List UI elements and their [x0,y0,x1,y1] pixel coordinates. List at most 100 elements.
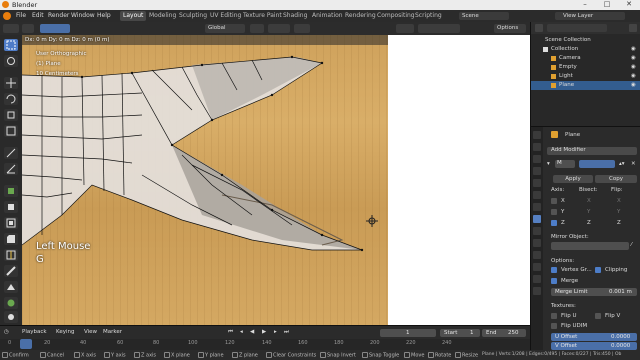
select-box-tool[interactable] [4,39,18,51]
playhead[interactable] [20,339,32,349]
data-tab-icon[interactable] [533,263,541,271]
overlay-button[interactable] [396,24,414,33]
apply-button[interactable]: Apply [553,175,593,183]
prev-key-icon[interactable]: ◂ [240,329,243,335]
eye-icon[interactable]: ◉ [631,55,636,61]
mirror-object-field[interactable] [551,242,629,250]
constraints-tab-icon[interactable] [533,251,541,259]
output-tab-icon[interactable] [533,155,541,163]
view-layer-selector[interactable]: View Layer [555,12,625,20]
scene-collection-row[interactable]: Scene Collection [531,36,640,45]
smooth-tool[interactable] [4,311,18,323]
current-frame-field[interactable]: 1 [380,329,436,337]
outliner-search-input[interactable] [547,24,607,32]
jump-end-icon[interactable]: ⏭ [284,329,289,336]
remove-modifier-icon[interactable]: ✕ [631,161,636,167]
jump-start-icon[interactable]: ⏮ [228,329,233,336]
bisect-x-label[interactable]: X [587,198,591,204]
menu-help[interactable]: Help [97,12,111,19]
marker-menu[interactable]: Marker [103,329,122,335]
axis-x-checkbox[interactable] [551,198,557,204]
merge-checkbox[interactable] [551,278,557,284]
tab-scripting[interactable]: Scripting [412,11,445,21]
axis-z-checkbox[interactable] [551,220,557,226]
tab-animation[interactable]: Animation [309,11,346,21]
flip-x-label[interactable]: X [617,198,621,204]
close-icon[interactable]: ✕ [618,0,640,10]
u-offset-field[interactable]: U Offset 0.0000 [551,333,637,341]
v-offset-field[interactable]: V Offset 0.0000 [551,342,637,350]
editor-type-button[interactable] [3,24,19,33]
eyedropper-icon[interactable]: ⁄ [631,242,632,248]
inset-tool[interactable] [4,217,18,229]
material-tab-icon[interactable] [533,275,541,283]
eye-icon[interactable]: ◉ [631,73,636,79]
outliner-item-empty[interactable]: Empty ◉ [531,63,640,72]
outliner-item-light[interactable]: Light ◉ [531,72,640,81]
tab-texture-paint[interactable]: Texture Paint [240,11,285,21]
modifier-tab-icon[interactable] [533,215,541,223]
proportional-button[interactable] [294,24,310,33]
poly-build-tool[interactable] [4,281,18,293]
add-modifier-dropdown[interactable]: Add Modifier [547,147,637,155]
3d-viewport[interactable]: Dx: 0 m Dy: 0 m Dz: 0 m (0 m) User Ortho… [22,35,388,325]
play-icon[interactable]: ▶ [262,329,266,335]
tool-tab-icon[interactable] [533,131,541,139]
menu-file[interactable]: File [16,12,26,19]
tab-sculpting[interactable]: Sculpting [176,11,210,21]
world-tab-icon[interactable] [533,191,541,199]
measure-tool[interactable] [4,163,18,175]
texture-tab-icon[interactable] [533,287,541,295]
bisect-y-label[interactable]: Y [587,209,590,215]
eye-icon[interactable]: ◉ [631,46,636,52]
copy-button[interactable]: Copy [595,175,637,183]
frame-ruler[interactable]: 0 20 40 60 80 100 120 140 160 180 200 22… [0,339,530,350]
menu-edit[interactable]: Edit [32,12,44,19]
play-reverse-icon[interactable]: ◀ [250,329,254,335]
knife-tool[interactable] [4,265,18,277]
merge-limit-field[interactable]: Merge Limit 0.001 m [551,288,637,296]
eye-icon[interactable]: ◉ [631,82,636,88]
outliner-editor-icon[interactable] [535,24,543,32]
modifier-expand-icon[interactable]: ▾ [547,161,550,167]
end-frame-field[interactable]: End 250 [482,329,526,337]
scene-selector[interactable]: Scene [459,12,509,20]
tab-uv-editing[interactable]: UV Editing [207,11,244,21]
view-menu[interactable]: View [84,329,97,335]
spin-tool[interactable] [4,297,18,309]
bisect-z-label[interactable]: Z [587,220,591,226]
select-box-modes[interactable] [40,24,70,33]
eye-icon[interactable]: ◉ [631,64,636,70]
outliner-item-collection[interactable]: Collection ◉ [531,45,640,54]
flip-u-checkbox[interactable] [551,313,557,319]
playback-menu[interactable]: Playback [22,329,47,335]
extrude-tool[interactable] [4,201,18,213]
tab-layout[interactable]: Layout [120,11,147,21]
cursor-tool[interactable] [4,55,18,67]
move-tool[interactable] [4,77,18,89]
filter-icon[interactable] [629,24,637,32]
scene-tab-icon[interactable] [533,179,541,187]
flip-v-checkbox[interactable] [595,313,601,319]
minimize-icon[interactable]: – [574,0,596,10]
modifier-name-field[interactable]: M [555,160,575,168]
maximize-icon[interactable]: □ [596,0,618,10]
tab-shading[interactable]: Shading [280,11,310,21]
keying-menu[interactable]: Keying [56,329,74,335]
view-layer-tab-icon[interactable] [533,167,541,175]
outliner-item-plane[interactable]: Plane ◉ [531,81,640,90]
flip-udim-checkbox[interactable] [551,323,557,329]
transform-tool[interactable] [4,125,18,137]
menu-render[interactable]: Render [48,12,69,19]
timeline-editor-icon[interactable]: ◷ [4,329,9,335]
snap-button[interactable] [268,24,290,33]
clipping-checkbox[interactable] [595,267,601,273]
next-key-icon[interactable]: ▸ [274,329,277,335]
modifier-move-icon[interactable]: ▴▾ [619,161,625,167]
axis-y-checkbox[interactable] [551,209,557,215]
flip-z-label[interactable]: Z [617,220,621,226]
outliner-item-camera[interactable]: Camera ◉ [531,54,640,63]
start-frame-field[interactable]: Start 1 [440,329,480,337]
select-mode-button[interactable] [22,24,34,33]
blender-menu-icon[interactable] [3,12,11,20]
